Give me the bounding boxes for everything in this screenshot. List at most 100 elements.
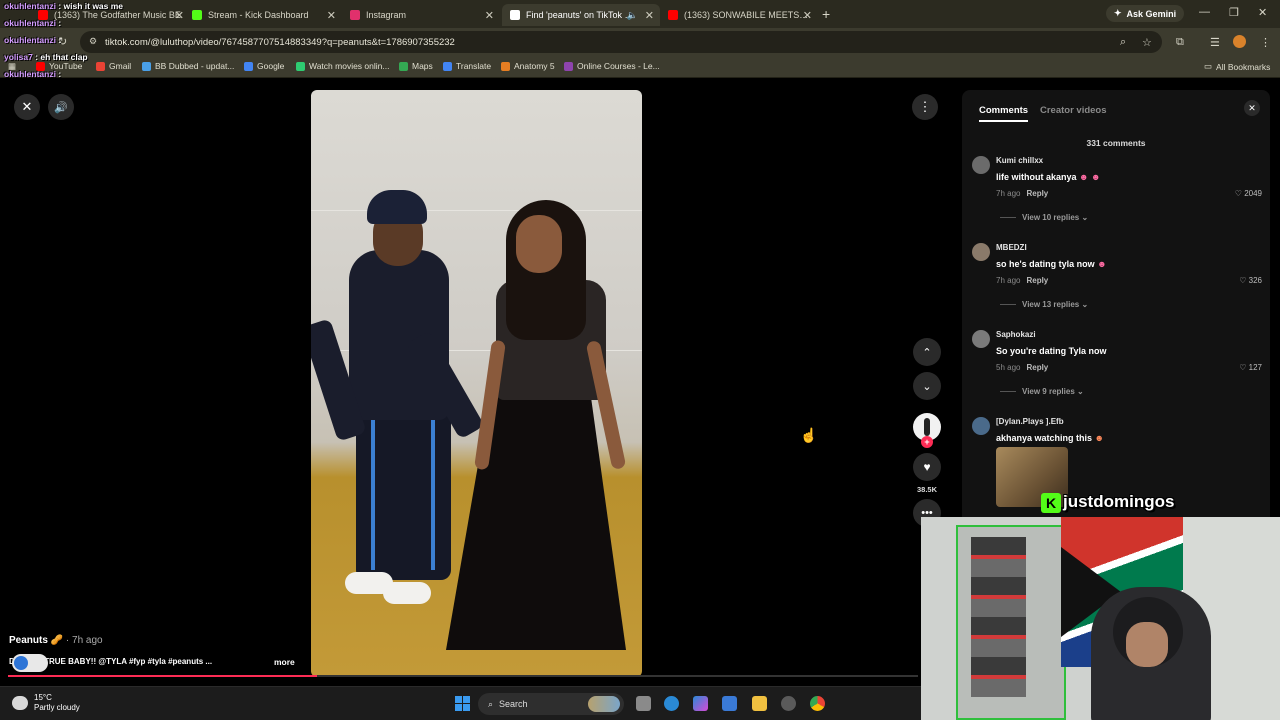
commenter-avatar[interactable] [972, 330, 990, 348]
maps-icon [399, 61, 408, 71]
edge-browser-icon[interactable] [664, 696, 679, 711]
gmail-icon [96, 61, 105, 71]
bookmark-gmail[interactable]: Gmail [96, 61, 131, 71]
video-player[interactable] [311, 90, 642, 677]
comment-likes[interactable]: ♡ 2049 [1235, 189, 1262, 198]
windows-start-button[interactable] [455, 696, 470, 711]
heart-icon: ♥ [923, 460, 931, 474]
bookmark-google[interactable]: Google [244, 61, 284, 71]
commenter-avatar[interactable] [972, 417, 990, 435]
chevron-down-icon: ⌄ [1077, 387, 1084, 396]
commenter-name[interactable]: [Dylan.Plays ].Efb [996, 417, 1064, 426]
close-tab-icon[interactable]: ✕ [645, 9, 654, 22]
webcam-streamer-face [1126, 622, 1168, 667]
close-tab-icon[interactable]: ✕ [485, 9, 494, 22]
muted-speaker-icon[interactable]: 🔈 [627, 10, 638, 21]
tab-creator-videos[interactable]: Creator videos [1040, 105, 1107, 116]
toggle-knob [14, 656, 28, 670]
settings-gear-icon[interactable] [781, 696, 796, 711]
ask-gemini-button[interactable]: ✦ Ask Gemini [1106, 5, 1185, 22]
view-replies-button[interactable]: View 13 replies ⌄ [1000, 300, 1088, 309]
overlay-toggle[interactable] [12, 654, 48, 672]
browser-menu-icon[interactable]: ⋮ [1260, 36, 1271, 49]
chevron-down-icon: ⌄ [1081, 300, 1089, 309]
view-replies-button[interactable]: View 10 replies ⌄ [1000, 213, 1088, 222]
bb-dubbed-icon [142, 61, 151, 71]
address-bar[interactable]: ⚙ tiktok.com/@luluthop/video/76745877075… [80, 31, 1162, 53]
follow-plus-icon[interactable]: + [921, 436, 933, 448]
bookmark-maps[interactable]: Maps [399, 61, 433, 71]
commenter-name[interactable]: Saphokazi [996, 330, 1036, 339]
commenter-avatar[interactable] [972, 156, 990, 174]
volume-button[interactable]: 🔊 [48, 94, 74, 120]
reply-button[interactable]: Reply [1026, 189, 1048, 198]
close-comments-button[interactable]: ✕ [1244, 100, 1260, 116]
bookmark-watch-movies[interactable]: Watch movies onlin... [296, 61, 389, 71]
previous-video-button[interactable]: ⌃ [913, 338, 941, 366]
close-tab-icon[interactable]: ✕ [327, 9, 336, 22]
bookmark-anatomy[interactable]: Anatomy 5 [501, 61, 555, 71]
reply-button[interactable]: Reply [1026, 276, 1048, 285]
tab-comments[interactable]: Comments [979, 105, 1029, 122]
microsoft-store-icon[interactable] [722, 696, 737, 711]
commenter-name[interactable]: MBEDZI [996, 243, 1027, 252]
caption-more-link[interactable]: more [274, 657, 295, 667]
author-name[interactable]: Peanuts [9, 635, 48, 646]
copilot-icon[interactable] [693, 696, 708, 711]
browser-tab-bar: (1363) The Godfather Music BE ✕ Stream -… [0, 0, 1280, 28]
task-view-icon[interactable] [636, 696, 651, 711]
zoom-icon[interactable]: ⌕ [1120, 36, 1126, 49]
tab-tiktok-peanuts[interactable]: Find 'peanuts' on TikTok | T 🔈 ✕ [502, 4, 660, 26]
new-tab-button[interactable]: + [822, 6, 830, 22]
restore-window-icon[interactable]: ❐ [1229, 6, 1239, 19]
bookmark-label: Gmail [109, 61, 132, 71]
minimize-window-icon[interactable]: — [1199, 6, 1210, 18]
url-text[interactable]: tiktok.com/@luluthop/video/7674587707514… [105, 37, 455, 48]
wall-detail [311, 210, 642, 211]
bookmark-star-icon[interactable]: ☆ [1142, 36, 1152, 49]
tab-kick-dashboard[interactable]: Stream - Kick Dashboard ✕ [184, 4, 342, 26]
comment-likes[interactable]: ♡ 326 [1239, 276, 1262, 285]
reply-button[interactable]: Reply [1026, 363, 1048, 372]
bookmark-translate[interactable]: Translate [443, 61, 491, 71]
extensions-icon[interactable]: ⧉ [1176, 36, 1184, 49]
all-bookmarks[interactable]: ▭ All Bookmarks [1204, 61, 1270, 72]
kick-icon [192, 10, 202, 20]
youtube-icon [668, 10, 678, 20]
close-tab-icon[interactable]: ✕ [175, 9, 184, 22]
video-progress-bar[interactable] [8, 675, 918, 677]
more-options-button[interactable]: ⋮ [912, 94, 938, 120]
comment-like-count: 326 [1248, 276, 1262, 285]
close-video-button[interactable]: ✕ [14, 94, 40, 120]
chat-message: okuhlentanzi : [4, 35, 62, 45]
video-author[interactable]: Peanuts 🥜 · 7h ago [9, 635, 103, 646]
close-tab-icon[interactable]: ✕ [803, 9, 812, 22]
chrome-browser-icon[interactable] [810, 696, 825, 711]
chat-message: okuhlentanzi : [4, 18, 62, 28]
comment-likes[interactable]: ♡ 127 [1239, 363, 1262, 372]
next-video-button[interactable]: ⌄ [913, 372, 941, 400]
file-explorer-icon[interactable] [752, 696, 767, 711]
comment-text: akhanya watching this ☻ [996, 433, 1104, 443]
comment-body: akhanya watching this [996, 433, 1093, 443]
taskbar-search[interactable]: ⌕ Search [478, 693, 624, 715]
weather-widget[interactable]: 15°C Partly cloudy [12, 693, 80, 713]
view-replies-button[interactable]: View 9 replies ⌄ [1000, 387, 1084, 396]
commenter-name[interactable]: Kumi chillxx [996, 156, 1043, 165]
weather-text: 15°C Partly cloudy [34, 693, 80, 713]
tab-sonwabile-meets-tyla[interactable]: (1363) SONWABILE MEETS TYL ✕ [660, 4, 818, 26]
courses-icon [564, 61, 573, 71]
bookmark-bb-dubbed[interactable]: BB Dubbed - updat... [142, 61, 234, 71]
site-settings-icon[interactable]: ⚙ [89, 36, 97, 47]
reading-list-icon[interactable]: ☰ [1210, 36, 1220, 49]
search-icon: ⌕ [488, 698, 494, 709]
kick-username: justdomingos [1063, 492, 1175, 511]
peanut-emoji-icon: 🥜 [50, 635, 64, 646]
profile-avatar[interactable] [1233, 35, 1246, 48]
like-button[interactable]: ♥ [913, 453, 941, 481]
tab-instagram[interactable]: Instagram ✕ [342, 4, 500, 26]
bookmark-online-courses[interactable]: Online Courses - Le... [564, 61, 660, 71]
bookmark-label: Maps [412, 61, 433, 71]
commenter-avatar[interactable] [972, 243, 990, 261]
close-window-icon[interactable]: ✕ [1258, 6, 1267, 19]
